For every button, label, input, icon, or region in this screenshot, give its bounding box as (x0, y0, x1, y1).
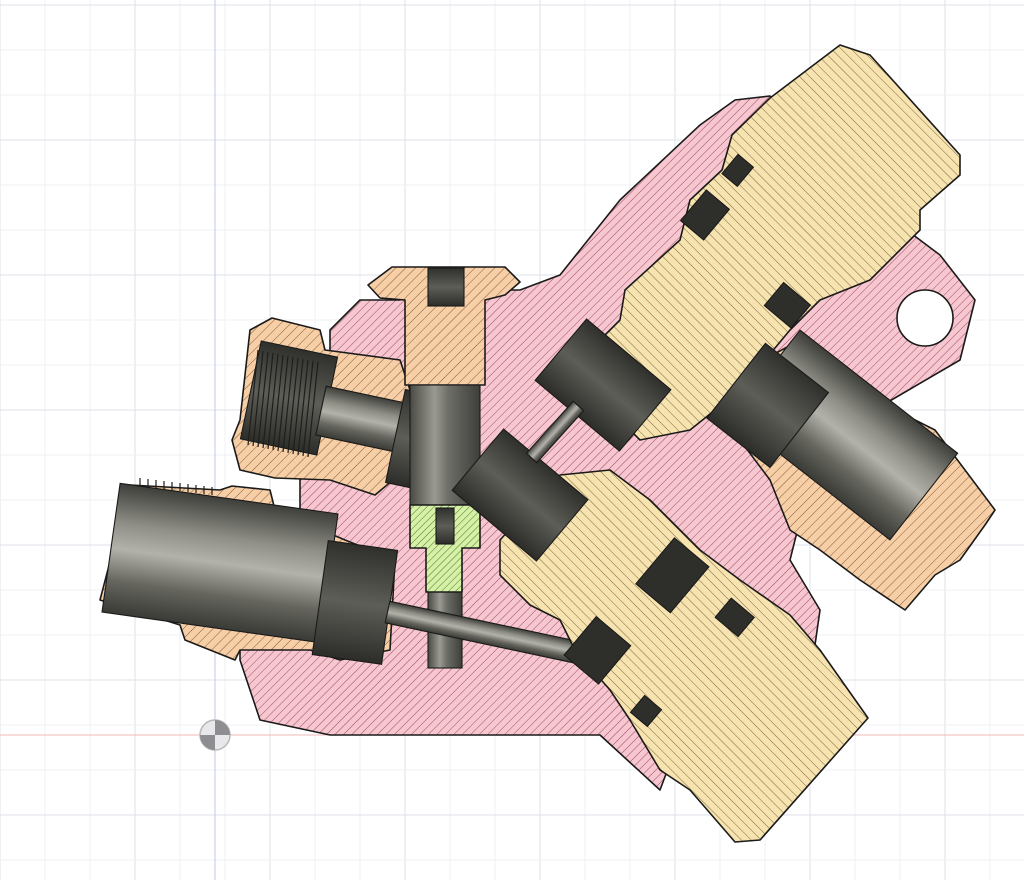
seat-insert-slot (435, 507, 455, 545)
mounting-hole[interactable] (896, 289, 954, 347)
top-plug-slot (427, 267, 465, 307)
cad-viewport[interactable] (0, 0, 1024, 880)
origin-point-icon[interactable] (199, 719, 231, 751)
section-view-canvas[interactable] (0, 0, 1024, 880)
